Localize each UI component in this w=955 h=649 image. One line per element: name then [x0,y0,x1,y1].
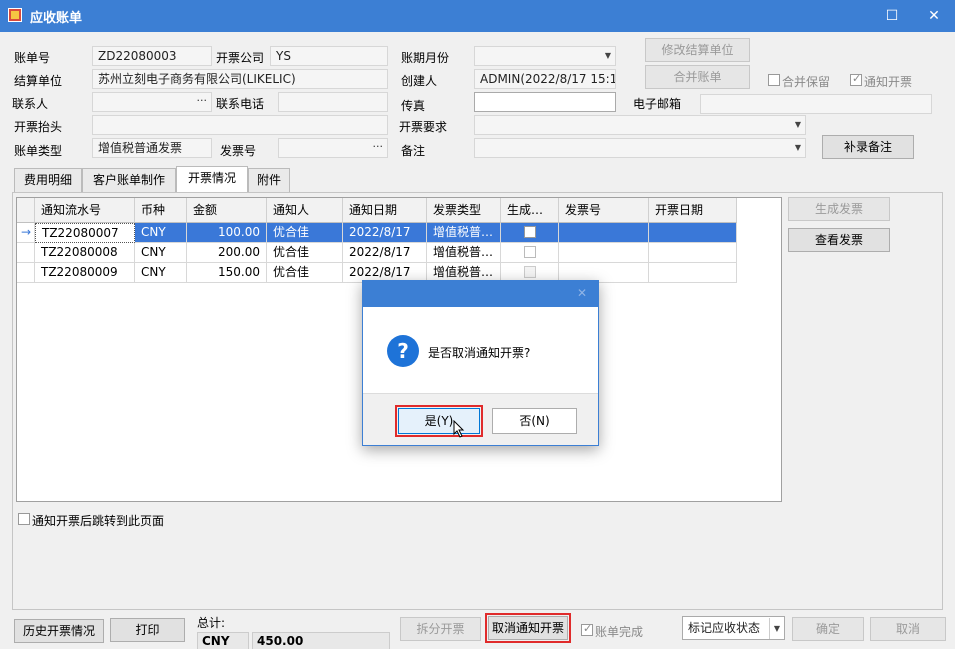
column-header[interactable]: 金额 [187,198,267,223]
chevron-down-icon: ▼ [768,618,780,639]
tab-fee-details[interactable]: 费用明细 [14,168,82,192]
generate-invoice-button[interactable]: 生成发票 [788,197,890,221]
settle-unit-field[interactable]: 苏州立刻电子商务有限公司(LIKELIC) [92,69,388,89]
invoice-history-button[interactable]: 历史开票情况 [14,619,104,643]
print-button[interactable]: 打印 [110,618,185,642]
add-remark-button[interactable]: 补录备注 [822,135,914,159]
jump-after-notify-checkbox[interactable] [18,513,30,525]
column-header[interactable]: 开票日期 [649,198,737,223]
more-icon[interactable]: ··· [373,139,384,156]
more-icon[interactable]: ··· [197,93,208,110]
merge-bill-button[interactable]: 合并账单 [645,65,750,89]
cancel-notify-invoice-button[interactable]: 取消通知开票 [485,613,571,643]
tab-attachments[interactable]: 附件 [248,168,290,192]
maximize-button[interactable]: ☐ [882,6,902,26]
invoice-no-label: 发票号 [220,144,257,158]
chevron-down-icon: ▼ [604,51,611,60]
period-label: 账期月份 [401,51,450,65]
generated-checkbox[interactable] [524,266,536,278]
chevron-down-icon: ▼ [794,143,801,152]
bill-type-label: 账单类型 [14,144,63,158]
column-header[interactable]: 发票类型 [427,198,501,223]
table-row[interactable]: → TZ22080007 CNY 100.00 优合佳 2022/8/17 增值… [17,223,737,243]
dialog-message: 是否取消通知开票? [428,346,531,360]
invoice-no-field[interactable]: ··· [278,138,388,158]
receivable-status-select[interactable]: 标记应收状态 ▼ [682,616,785,640]
fax-label: 传真 [401,99,426,113]
tab-invoice-status[interactable]: 开票情况 [176,166,248,192]
dialog-close-icon[interactable]: ✕ [577,286,587,300]
invoice-company-field[interactable]: YS [270,46,388,66]
app-icon [8,8,22,22]
phone-field[interactable] [278,92,388,112]
total-label: 总计: [197,616,226,630]
tab-customer-bill[interactable]: 客户账单制作 [82,168,176,192]
title-bar: 应收账单 ☐ ✕ [0,0,955,32]
no-button[interactable]: 否(N) [492,408,577,434]
total-currency: CNY [197,632,249,649]
table-row[interactable]: TZ22080008 CNY 200.00 优合佳 2022/8/17 增值税普… [17,243,737,263]
total-amount: 450.00 [252,632,390,649]
split-invoice-button[interactable]: 拆分开票 [400,617,481,641]
invoice-title-label: 开票抬头 [14,120,63,134]
merge-keep-label: 合并保留 [782,75,831,89]
column-header[interactable]: 币种 [135,198,187,223]
column-header[interactable]: 发票号 [559,198,649,223]
generated-checkbox[interactable] [524,226,536,238]
view-invoice-button[interactable]: 查看发票 [788,228,890,252]
notify-label: 通知开票 [864,75,913,89]
chevron-down-icon: ▼ [794,120,801,129]
modify-settle-unit-button[interactable]: 修改结算单位 [645,38,750,62]
question-icon: ? [387,335,419,367]
bill-no-label: 账单号 [14,51,51,65]
email-label: 电子邮箱 [633,97,682,111]
row-pointer-icon: → [17,223,35,243]
contact-label: 联系人 [12,97,49,111]
column-header[interactable]: 通知人 [267,198,343,223]
dialog-title-bar: ✕ [363,281,598,307]
fax-field[interactable] [474,92,616,112]
confirm-button[interactable]: 确定 [792,617,864,641]
invoice-title-field[interactable] [92,115,388,135]
bill-type-select[interactable]: 增值税普通发票 [92,138,212,158]
bill-done-label: 账单完成 [595,625,644,639]
period-select[interactable]: ▼ [474,46,616,66]
bill-no-field[interactable]: ZD22080003 [92,46,212,66]
email-field[interactable] [700,94,932,114]
contact-field[interactable]: ··· [92,92,212,112]
close-button[interactable]: ✕ [924,6,944,26]
phone-label: 联系电话 [216,97,265,111]
column-header[interactable]: 通知日期 [343,198,427,223]
invoice-company-label: 开票公司 [216,51,265,65]
remark-label: 备注 [401,144,426,158]
notify-checkbox[interactable] [850,72,862,86]
jump-after-notify-label: 通知开票后跳转到此页面 [32,514,165,528]
column-header[interactable]: 生成… [501,198,559,223]
invoice-requirement-label: 开票要求 [399,120,448,134]
bill-done-checkbox[interactable] [581,622,593,636]
generated-checkbox[interactable] [524,246,536,258]
settle-unit-label: 结算单位 [14,74,63,88]
creator-field[interactable]: ADMIN(2022/8/17 15:1 [474,69,616,89]
merge-keep-checkbox[interactable] [768,74,780,86]
yes-button[interactable]: 是(Y) [395,405,483,437]
invoice-requirement-select[interactable]: ▼ [474,115,806,135]
confirm-dialog: ✕ ? 是否取消通知开票? 是(Y) 否(N) [362,280,599,446]
window-title: 应收账单 [30,11,83,26]
column-header[interactable]: 通知流水号 [35,198,135,223]
dialog-footer: 是(Y) 否(N) [363,393,598,445]
creator-label: 创建人 [401,74,438,88]
remark-select[interactable]: ▼ [474,138,806,158]
mouse-cursor-icon [453,420,465,438]
cancel-button[interactable]: 取消 [870,617,946,641]
